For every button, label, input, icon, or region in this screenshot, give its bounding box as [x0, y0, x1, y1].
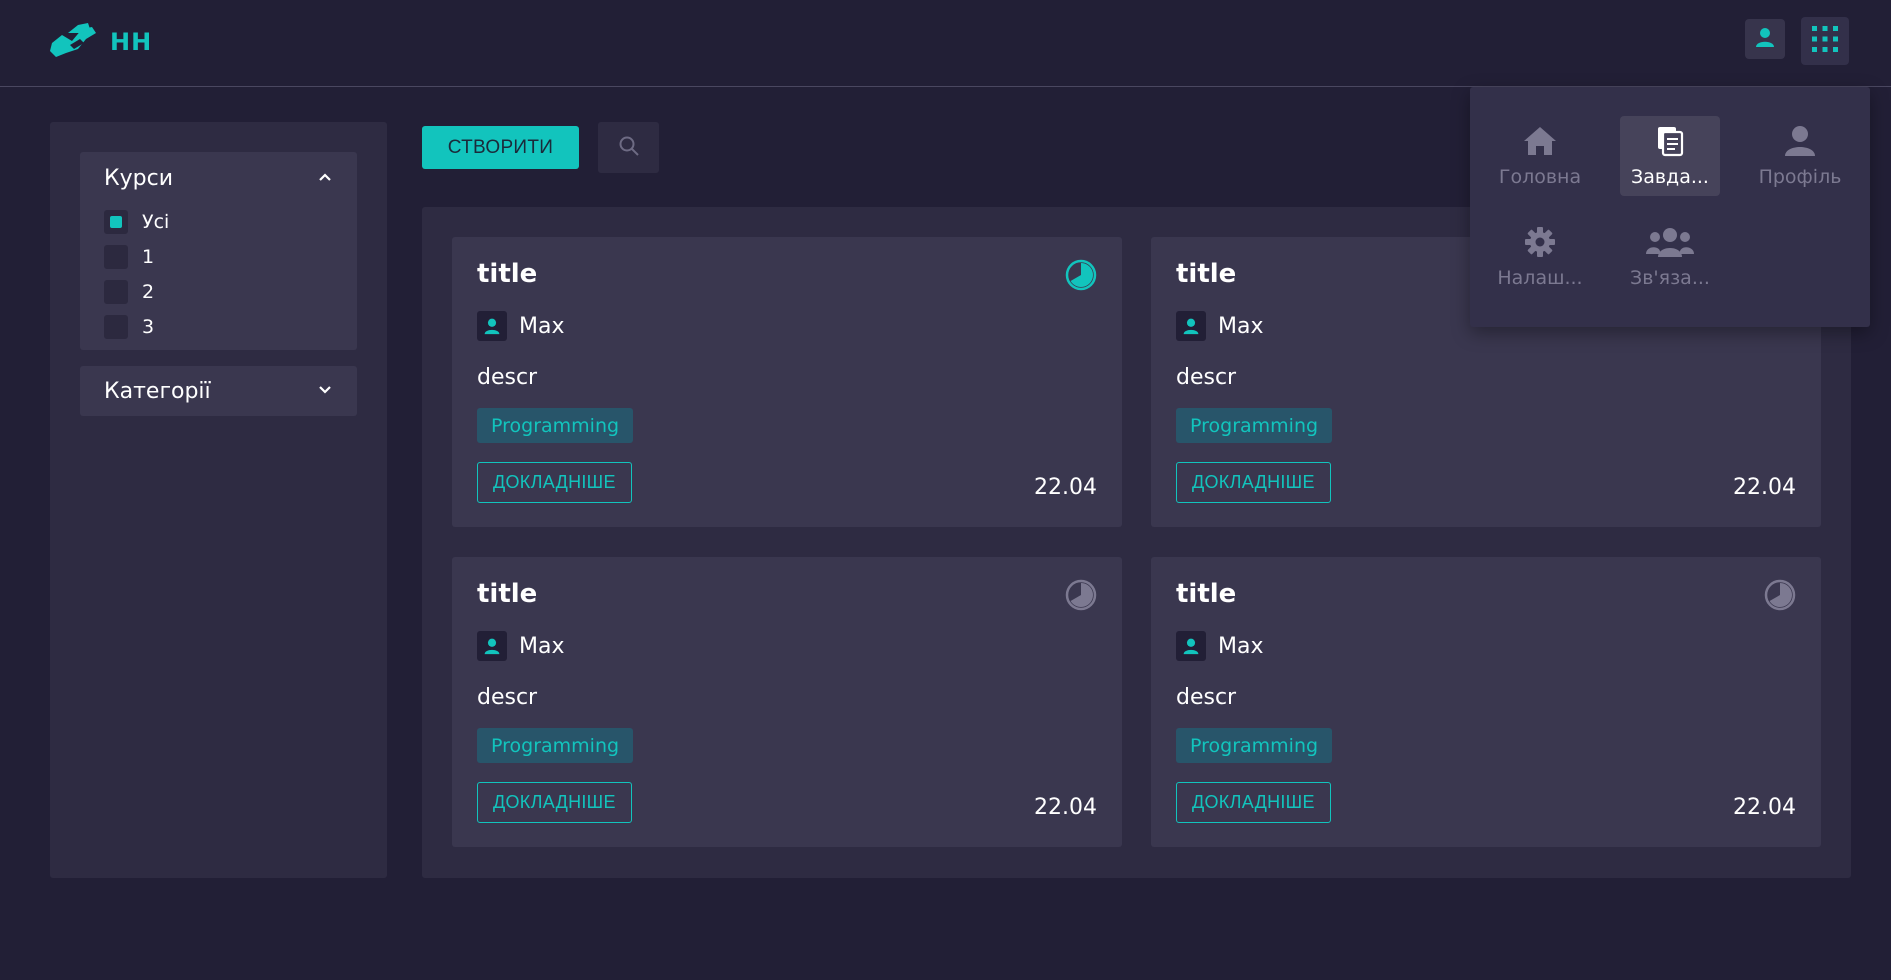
course-option-label: 3	[142, 315, 155, 338]
course-option-label: 2	[142, 280, 155, 303]
course-option-all[interactable]: Усі	[80, 204, 357, 239]
checkbox[interactable]	[104, 244, 128, 269]
course-option-1[interactable]: 1	[80, 239, 357, 274]
create-button[interactable]: СТВОРИТИ	[422, 126, 579, 169]
details-button[interactable]: ДОКЛАДНІШЕ	[1176, 462, 1331, 503]
author-name: Max	[519, 313, 565, 339]
users-icon	[1646, 226, 1694, 263]
card-title: title	[1176, 259, 1237, 289]
logo[interactable]: HH	[48, 19, 152, 65]
logo-text: HH	[110, 28, 153, 56]
progress-pie-icon	[1065, 259, 1097, 291]
search-button[interactable]	[598, 122, 659, 173]
app-item-connections[interactable]: Зв'яза...	[1620, 217, 1720, 297]
app-item-label: Налаш...	[1497, 266, 1583, 289]
checkbox[interactable]	[104, 314, 128, 339]
card-description: descr	[477, 685, 538, 710]
task-card: title Max descr Programming ДОКЛАДНІШЕ 2…	[1151, 557, 1821, 847]
app-item-settings[interactable]: Налаш...	[1490, 217, 1590, 297]
category-tag: Programming	[477, 408, 634, 443]
course-option-3[interactable]: 3	[80, 309, 357, 344]
app-item-tasks[interactable]: Завда...	[1620, 116, 1720, 196]
app-item-label: Профіль	[1758, 165, 1842, 188]
avatar	[477, 311, 507, 341]
app-item-label: Завда...	[1631, 165, 1709, 188]
chevron-down-icon	[317, 379, 333, 404]
apps-menu-button[interactable]	[1801, 17, 1849, 65]
category-tag: Programming	[1176, 408, 1333, 443]
card-date: 22.04	[1733, 475, 1796, 500]
top-header: HH	[0, 0, 1891, 87]
author-name: Max	[1218, 633, 1264, 659]
card-title: title	[477, 579, 538, 609]
avatar	[1176, 631, 1206, 661]
card-description: descr	[1176, 365, 1237, 390]
courses-filter-header[interactable]: Курси	[80, 152, 357, 204]
author-name: Max	[1218, 313, 1264, 339]
category-tag: Programming	[1176, 728, 1333, 763]
profile-button[interactable]	[1745, 19, 1785, 59]
chevron-up-icon	[317, 166, 333, 191]
grid-icon	[1810, 24, 1840, 58]
card-author: Max	[1176, 311, 1263, 341]
avatar	[1176, 311, 1206, 341]
card-description: descr	[1176, 685, 1237, 710]
card-author: Max	[477, 631, 564, 661]
progress-pie-icon	[1065, 579, 1097, 611]
search-icon	[618, 135, 640, 161]
checkbox[interactable]	[104, 279, 128, 304]
card-author: Max	[477, 311, 564, 341]
task-card: title Max descr Programming ДОКЛАДНІШЕ 2…	[452, 557, 1122, 847]
app-item-label: Зв'яза...	[1630, 266, 1710, 289]
author-name: Max	[519, 633, 565, 659]
home-icon	[1522, 125, 1558, 162]
categories-filter: Категорії	[80, 366, 357, 416]
card-date: 22.04	[1733, 795, 1796, 820]
category-tag: Programming	[477, 728, 634, 763]
card-title: title	[477, 259, 538, 289]
progress-pie-icon	[1764, 579, 1796, 611]
details-button[interactable]: ДОКЛАДНІШЕ	[1176, 782, 1331, 823]
apps-menu-popup: Головна Завда... Профіль Налаш... Зв'яза…	[1470, 87, 1870, 327]
courses-filter: Курси Усі 1 2 3	[80, 152, 357, 350]
user-icon	[1783, 125, 1817, 162]
categories-filter-header[interactable]: Категорії	[80, 366, 357, 416]
course-option-label: 1	[142, 245, 155, 268]
tasks-icon	[1654, 125, 1686, 162]
course-option-label: Усі	[142, 210, 170, 233]
avatar	[477, 631, 507, 661]
task-card: title Max descr Programming ДОКЛАДНІШЕ 2…	[452, 237, 1122, 527]
courses-filter-title: Курси	[104, 165, 173, 191]
logo-icon	[48, 19, 100, 65]
details-button[interactable]: ДОКЛАДНІШЕ	[477, 462, 632, 503]
app-item-profile[interactable]: Профіль	[1750, 116, 1850, 196]
categories-filter-title: Категорії	[104, 378, 211, 404]
gear-icon	[1524, 226, 1556, 263]
card-date: 22.04	[1034, 795, 1097, 820]
details-button[interactable]: ДОКЛАДНІШЕ	[477, 782, 632, 823]
checkbox-checked[interactable]	[104, 209, 128, 234]
card-date: 22.04	[1034, 475, 1097, 500]
card-description: descr	[477, 365, 538, 390]
filter-sidebar: Курси Усі 1 2 3 Категорії	[50, 122, 387, 878]
course-option-2[interactable]: 2	[80, 274, 357, 309]
user-icon	[1754, 26, 1776, 52]
card-title: title	[1176, 579, 1237, 609]
card-author: Max	[1176, 631, 1263, 661]
app-item-home[interactable]: Головна	[1490, 116, 1590, 196]
app-item-label: Головна	[1498, 165, 1582, 188]
